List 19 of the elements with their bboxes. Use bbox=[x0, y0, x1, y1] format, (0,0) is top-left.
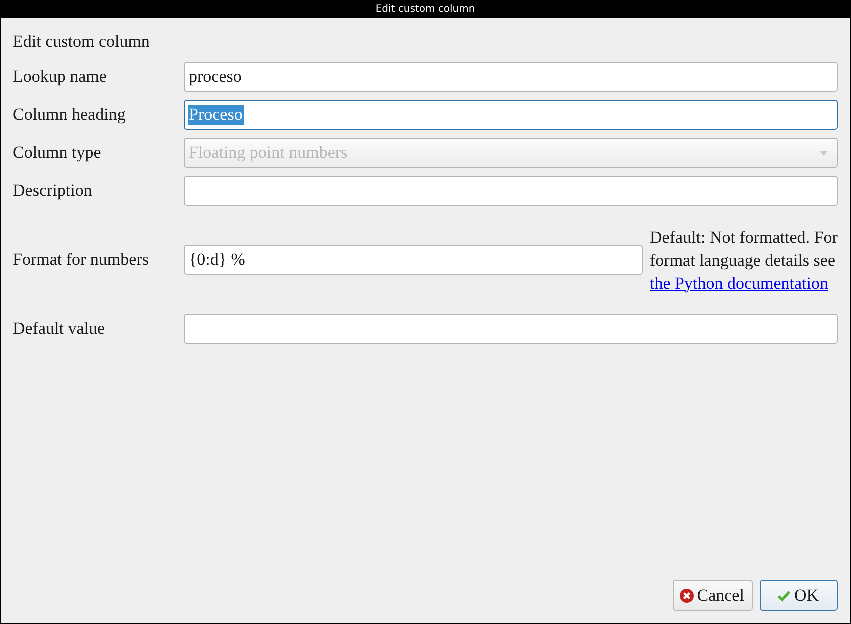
input-field[interactable] bbox=[184, 314, 838, 344]
field-label: Lookup name bbox=[13, 67, 108, 87]
field-label: Description bbox=[13, 181, 94, 201]
field-label: Column type bbox=[13, 143, 102, 163]
help-text: Default: Not formatted. For format language details see the Python documentation bbox=[650, 226, 838, 294]
field-label: Column heading bbox=[13, 105, 127, 125]
documentation-link[interactable]: the Python documentation bbox=[650, 274, 828, 292]
input-field[interactable] bbox=[184, 176, 838, 206]
window-title: Edit custom column bbox=[376, 4, 476, 14]
field-label: Default value bbox=[13, 319, 106, 339]
field-label: Format for numbers bbox=[13, 250, 150, 270]
input-field[interactable]: proceso bbox=[184, 62, 838, 92]
caret-icon bbox=[820, 150, 828, 156]
input-field[interactable]: {0:d} % bbox=[184, 245, 643, 275]
cancel-icon bbox=[680, 588, 694, 602]
checkmark-icon bbox=[777, 588, 792, 602]
cancel-button[interactable]: Cancel bbox=[673, 580, 754, 611]
ok-button[interactable]: OK bbox=[760, 580, 838, 611]
dialog-heading: Edit custom column bbox=[13, 32, 150, 52]
